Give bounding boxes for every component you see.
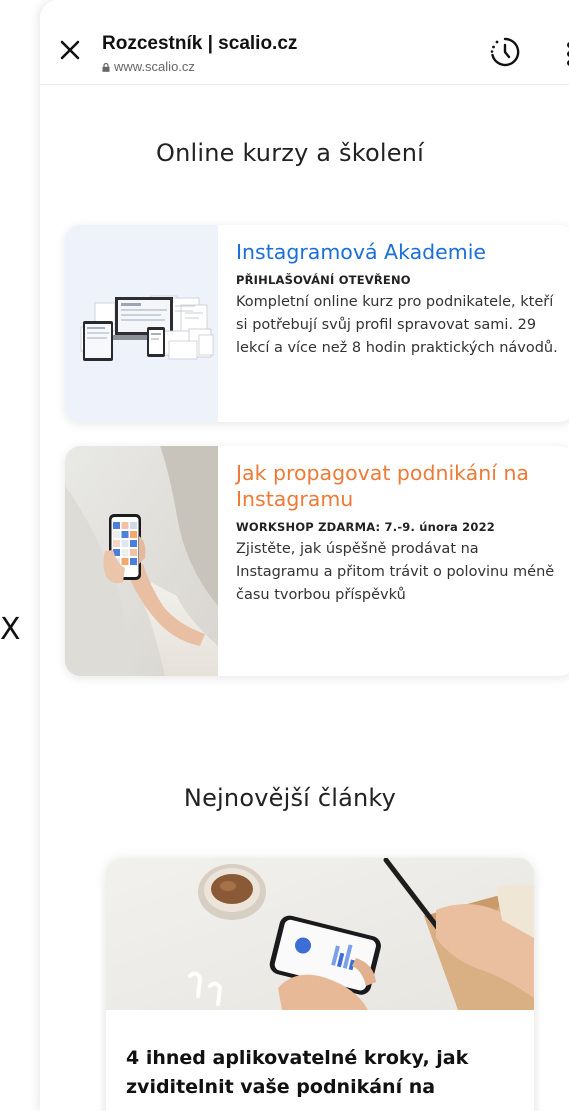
history-icon[interactable]	[488, 35, 522, 69]
course-card-workshop[interactable]: Jak propagovat podnikání na Instagramu W…	[65, 446, 569, 676]
in-app-browser-sheet: Rozcestník | scalio.cz www.scalio.cz Onl…	[40, 0, 569, 1111]
course-title[interactable]: Instagramová Akademie	[236, 239, 566, 265]
close-icon[interactable]	[58, 38, 82, 62]
course-tag: WORKSHOP ZDARMA: 7.-9. února 2022	[236, 520, 495, 534]
course-description: Kompletní online kurz pro podnikatele, k…	[236, 294, 558, 356]
course-card-akademie[interactable]: Instagramová Akademie PŘIHLAŠOVÁNÍ OTEVŘ…	[65, 225, 569, 422]
course-text-akademie: Instagramová Akademie PŘIHLAŠOVÁNÍ OTEVŘ…	[236, 239, 566, 360]
page-url: www.scalio.cz	[102, 59, 195, 74]
article-card[interactable]: 4 ihned aplikovatelné kroky, jak zvidite…	[106, 858, 534, 1111]
course-tag: PŘIHLAŠOVÁNÍ OTEVŘENO	[236, 273, 411, 287]
course-description: Zjistěte, jak úspěšně prodávat na Instag…	[236, 541, 555, 603]
course-text-workshop: Jak propagovat podnikání na Instagramu W…	[236, 460, 566, 607]
course-image-workshop	[65, 446, 218, 676]
page-title: Rozcestník | scalio.cz	[102, 33, 298, 54]
background-close-glyph: X	[0, 612, 21, 647]
screen: X Rozcestník | scalio.cz www.scalio.cz O…	[0, 0, 569, 1111]
courses-heading: Online kurzy a školení	[156, 139, 424, 167]
lock-icon	[102, 63, 110, 72]
course-title[interactable]: Jak propagovat podnikání na Instagramu	[236, 460, 566, 512]
url-text: www.scalio.cz	[114, 59, 195, 74]
article-photo	[106, 858, 534, 1010]
article-title[interactable]: 4 ihned aplikovatelné kroky, jak zvidite…	[126, 1044, 521, 1102]
more-vertical-icon[interactable]	[564, 40, 569, 68]
hand-holding-phone-photo	[65, 446, 218, 676]
browser-toolbar: Rozcestník | scalio.cz www.scalio.cz	[40, 0, 569, 85]
background-page-edge: X	[0, 0, 40, 1111]
articles-heading: Nejnovější články	[183, 784, 397, 812]
course-mockup-illustration	[65, 225, 218, 422]
course-image-akademie	[65, 225, 218, 422]
